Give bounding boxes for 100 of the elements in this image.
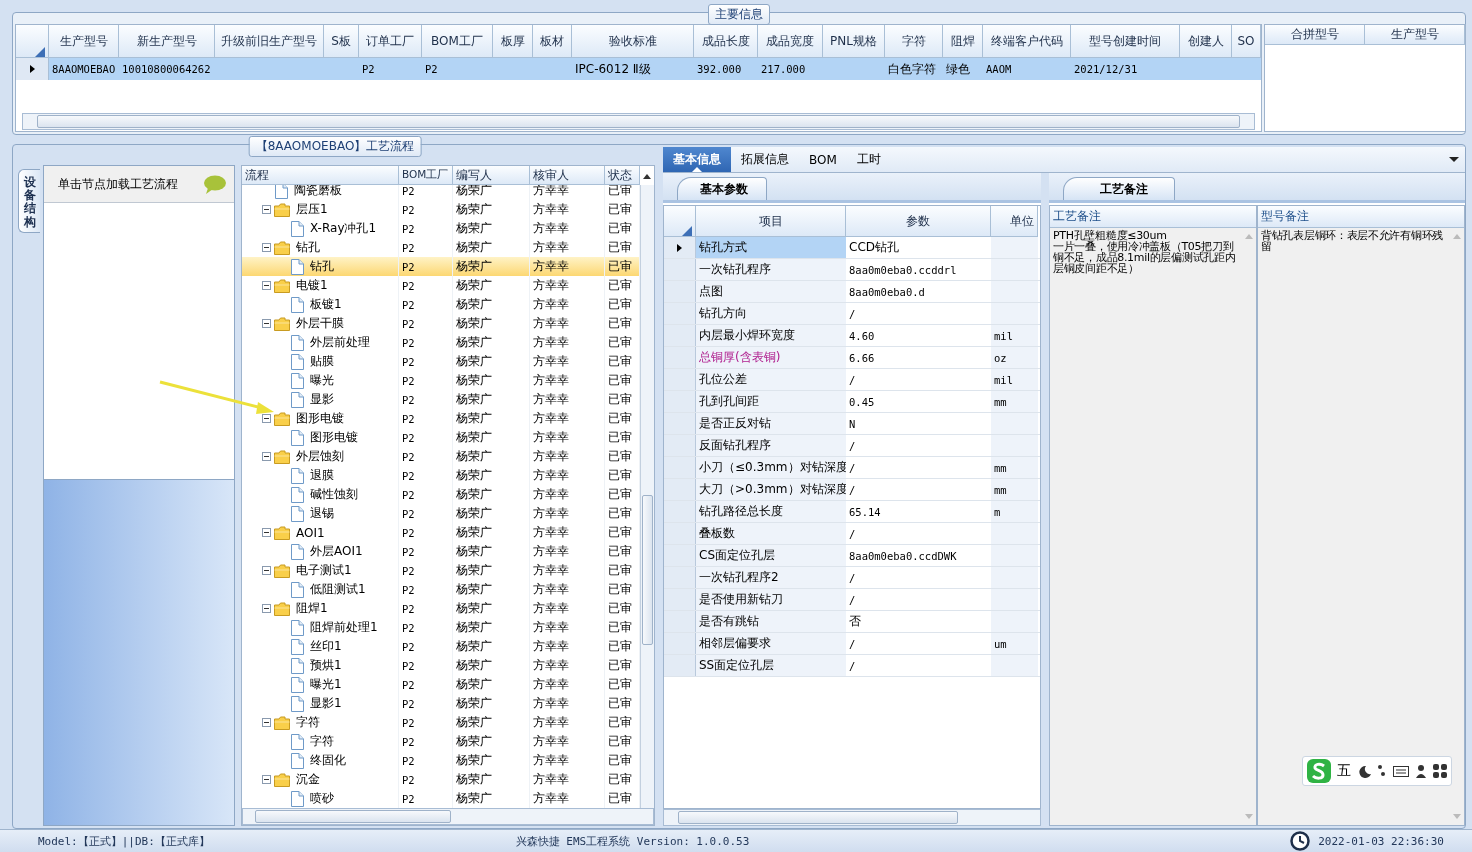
tree-row[interactable]: 退膜 P2 杨荣广 方幸幸 已审 [242, 466, 640, 485]
horizontal-scrollbar[interactable] [663, 809, 1041, 826]
tree-row[interactable]: 终固化 P2 杨荣广 方幸幸 已审 [242, 751, 640, 770]
column-header[interactable]: 合拼型号 [1265, 25, 1365, 45]
column-header[interactable]: 板厚 [493, 25, 533, 58]
expander-icon[interactable] [262, 718, 271, 727]
expander-icon[interactable] [262, 319, 271, 328]
param-name[interactable]: 点图 [696, 281, 846, 302]
column-header[interactable]: 型号创建时间 [1071, 25, 1180, 58]
param-name[interactable]: SS面定位孔层 [696, 655, 846, 676]
tree-row[interactable]: 碱性蚀刻 P2 杨荣广 方幸幸 已审 [242, 485, 640, 504]
vertical-scrollbar[interactable] [640, 185, 654, 808]
param-name[interactable]: CS面定位孔层 [696, 545, 846, 566]
tab[interactable]: 拓展信息 [731, 147, 799, 172]
expander-icon[interactable] [262, 528, 271, 537]
tree-row[interactable]: 外层干膜 P2 杨荣广 方幸幸 已审 [242, 314, 640, 333]
input-mode-button[interactable]: 五 [1337, 762, 1351, 780]
param-name[interactable]: 一次钻孔程序2 [696, 567, 846, 588]
tree-row[interactable]: 丝印1 P2 杨荣广 方幸幸 已审 [242, 637, 640, 656]
param-name[interactable]: 钻孔方向 [696, 303, 846, 324]
expander-icon[interactable] [262, 205, 271, 214]
tree-row[interactable]: AOI1 P2 杨荣广 方幸幸 已审 [242, 523, 640, 542]
expander-icon[interactable] [262, 243, 271, 252]
column-header[interactable]: 新生产型号 [119, 25, 215, 58]
column-header[interactable]: 阻焊 [943, 25, 983, 58]
tree-row[interactable]: 字符 P2 杨荣广 方幸幸 已审 [242, 732, 640, 751]
tree-row[interactable]: 阻焊前处理1 P2 杨荣广 方幸幸 已审 [242, 618, 640, 637]
expander-icon[interactable] [262, 604, 271, 613]
column-header[interactable]: 终端客户代码 [983, 25, 1071, 58]
param-name[interactable]: 孔位公差 [696, 369, 846, 390]
tree-row[interactable]: 沉金 P2 杨荣广 方幸幸 已审 [242, 770, 640, 789]
column-header[interactable]: 字符 [885, 25, 943, 58]
tab[interactable]: 工时 [846, 147, 891, 172]
column-header[interactable]: 状态 [605, 166, 640, 185]
tree-row[interactable]: 电子测试1 P2 杨荣广 方幸幸 已审 [242, 561, 640, 580]
column-header[interactable]: S板 [324, 25, 359, 58]
column-header[interactable]: 生产型号 [49, 25, 119, 58]
tree-row[interactable]: 曝光 P2 杨荣广 方幸幸 已审 [242, 371, 640, 390]
tree-row[interactable]: 退锡 P2 杨荣广 方幸幸 已审 [242, 504, 640, 523]
tree-row[interactable]: 外层蚀刻 P2 杨荣广 方幸幸 已审 [242, 447, 640, 466]
tree-row[interactable]: 外层AOI1 P2 杨荣广 方幸幸 已审 [242, 542, 640, 561]
tree-row[interactable]: 层压1 P2 杨荣广 方幸幸 已审 [242, 200, 640, 219]
column-header[interactable]: 单位 [991, 206, 1038, 237]
table-row[interactable]: 8AAOMOEBAO 10010800064262 P2 P2 IPC-6012 Ⅱ级 392.000 217.000 白色字符 绿色 AAOM 2021/12/31 [16, 58, 1261, 80]
horizontal-scrollbar[interactable] [22, 113, 1255, 130]
column-header[interactable]: 订单工厂 [359, 25, 422, 58]
row-header[interactable] [664, 237, 696, 258]
tab[interactable]: BOM [799, 147, 847, 172]
tab[interactable]: 工艺备注 [1063, 177, 1175, 200]
column-header[interactable]: 项目 [696, 206, 846, 237]
tab[interactable]: 基本参数 [677, 177, 767, 200]
side-tab[interactable]: 设备结构 [18, 169, 40, 233]
column-header[interactable]: BOM工厂 [399, 166, 453, 185]
tree-row[interactable]: 钻孔 P2 杨荣广 方幸幸 已审 [242, 257, 640, 276]
expander-icon[interactable] [262, 775, 271, 784]
param-name[interactable]: 钻孔方式 [696, 237, 846, 258]
expander-icon[interactable] [262, 281, 271, 290]
column-header[interactable]: 工艺备注 [1050, 206, 1256, 228]
param-name[interactable]: 是否使用新钻刀 [696, 589, 846, 610]
select-all-corner[interactable] [16, 25, 49, 58]
column-header[interactable]: 成品长度 [694, 25, 758, 58]
column-header[interactable]: 型号备注 [1258, 206, 1464, 228]
column-header[interactable]: SO [1232, 25, 1261, 58]
param-name[interactable]: 是否有跳钻 [696, 611, 846, 632]
tab[interactable]: 基本信息 [663, 147, 731, 172]
param-name[interactable]: 总铜厚(含表铜) [696, 347, 846, 368]
tree-row[interactable]: 低阻测试1 P2 杨荣广 方幸幸 已审 [242, 580, 640, 599]
column-header[interactable]: 板材 [533, 25, 572, 58]
tree-row[interactable]: 字符 P2 杨荣广 方幸幸 已审 [242, 713, 640, 732]
expander-icon[interactable] [262, 566, 271, 575]
tree-row[interactable]: 外层前处理 P2 杨荣广 方幸幸 已审 [242, 333, 640, 352]
param-name[interactable]: 叠板数 [696, 523, 846, 544]
param-name[interactable]: 一次钻孔程序 [696, 259, 846, 280]
tree-row[interactable]: 电镀1 P2 杨荣广 方幸幸 已审 [242, 276, 640, 295]
param-name[interactable]: 内层最小焊环宽度 [696, 325, 846, 346]
column-header[interactable]: BOM工厂 [422, 25, 493, 58]
column-header[interactable]: 编写人 [453, 166, 530, 185]
tree-row[interactable]: 显影1 P2 杨荣广 方幸幸 已审 [242, 694, 640, 713]
expander-icon[interactable] [262, 452, 271, 461]
column-header[interactable]: 创建人 [1180, 25, 1232, 58]
column-header[interactable]: 流程 [242, 166, 399, 185]
param-name[interactable]: 反面钻孔程序 [696, 435, 846, 456]
param-name[interactable]: 相邻层偏要求 [696, 633, 846, 654]
column-header[interactable]: 升级前旧生产型号 [215, 25, 324, 58]
column-header[interactable]: 核审人 [530, 166, 605, 185]
column-header[interactable]: PNL规格 [823, 25, 885, 58]
tree-row[interactable]: 贴膜 P2 杨荣广 方幸幸 已审 [242, 352, 640, 371]
select-all-corner[interactable] [664, 206, 696, 237]
tree-row[interactable]: 阻焊1 P2 杨荣广 方幸幸 已审 [242, 599, 640, 618]
row-header[interactable] [16, 58, 49, 80]
column-header[interactable]: 生产型号 [1365, 25, 1465, 45]
tree-row[interactable]: 曝光1 P2 杨荣广 方幸幸 已审 [242, 675, 640, 694]
tree-row[interactable]: 预烘1 P2 杨荣广 方幸幸 已审 [242, 656, 640, 675]
param-name[interactable]: 孔到孔间距 [696, 391, 846, 412]
tree-row[interactable]: 板镀1 P2 杨荣广 方幸幸 已审 [242, 295, 640, 314]
column-header[interactable]: 验收标准 [572, 25, 694, 58]
tree-row[interactable]: X-Ray冲孔1 P2 杨荣广 方幸幸 已审 [242, 219, 640, 238]
ime-toolbar[interactable]: 五 [1302, 756, 1452, 786]
param-name[interactable]: 是否正反对钻 [696, 413, 846, 434]
column-header[interactable]: 参数 [846, 206, 991, 237]
